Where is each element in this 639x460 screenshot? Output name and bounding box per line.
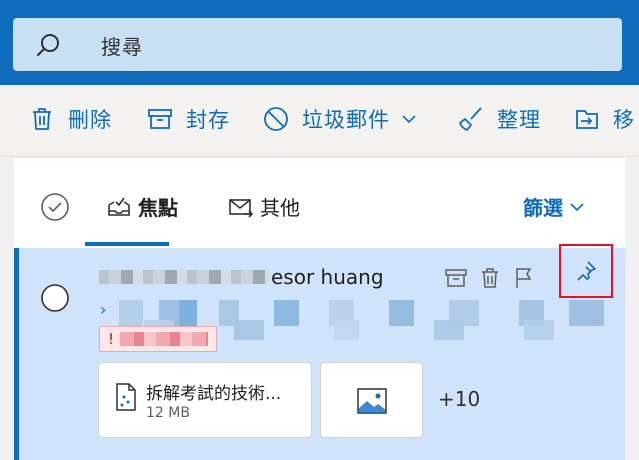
inbox-pivot: 焦點 其他 篩選 [14, 158, 625, 248]
delete-button[interactable]: 刪除 [28, 103, 112, 135]
junk-button[interactable]: 垃圾郵件 [262, 103, 418, 135]
move-to-folder-icon [576, 110, 598, 129]
search-box[interactable]: 搜尋 [13, 18, 622, 71]
tab-focused-label: 焦點 [138, 195, 178, 220]
chevron-down-icon[interactable] [400, 110, 418, 128]
broom-icon [459, 107, 482, 131]
command-bar: 刪除 封存 垃圾郵件 整理 移 [0, 85, 639, 157]
move-button[interactable]: 移 [573, 103, 635, 135]
search-placeholder: 搜尋 [101, 35, 143, 59]
image-icon [357, 388, 387, 414]
redacted-sender-mosaic [99, 270, 269, 284]
trash-icon [33, 108, 51, 130]
filter-button[interactable]: 篩選 [523, 192, 585, 221]
row-quick-actions [444, 266, 536, 290]
archive-button[interactable]: 封存 [146, 103, 230, 135]
search-header: 搜尋 [0, 0, 639, 85]
chevron-right-icon: › [100, 300, 107, 319]
chevron-down-icon [570, 202, 584, 211]
mail-arrow-icon [229, 199, 254, 218]
delete-label: 刪除 [68, 108, 112, 132]
redacted-badge-mosaic [120, 332, 209, 346]
select-all-checkbox[interactable] [40, 192, 70, 222]
file-icon [116, 383, 136, 411]
trash-icon[interactable] [478, 266, 502, 290]
pin-button-highlight[interactable] [559, 244, 613, 298]
archive-icon[interactable] [444, 266, 468, 290]
tab-focused[interactable]: 焦點 [106, 190, 178, 222]
block-icon [264, 107, 288, 131]
importance-badge: ! [99, 326, 217, 352]
flag-icon[interactable] [512, 266, 536, 290]
message-item-selected[interactable]: esor huang › ! 拆解考試的技術... 12 MB +10 [14, 244, 625, 460]
attachment-file[interactable]: 拆解考試的技術... 12 MB [98, 362, 312, 438]
sender-line: esor huang [99, 262, 384, 292]
attachment-image[interactable] [320, 362, 423, 438]
sweep-label: 整理 [497, 108, 541, 132]
selection-accent [14, 248, 19, 460]
more-attachments-count[interactable]: +10 [438, 387, 480, 411]
sender-name: esor huang [271, 265, 384, 289]
tab-other[interactable]: 其他 [228, 190, 300, 222]
sweep-button[interactable]: 整理 [457, 103, 541, 135]
archive-icon [148, 109, 172, 129]
attachment-size: 12 MB [146, 405, 190, 421]
archive-label: 封存 [186, 108, 230, 132]
attachment-name: 拆解考試的技術... [146, 384, 282, 404]
tab-other-label: 其他 [260, 195, 300, 220]
importance-mark: ! [108, 330, 115, 348]
junk-label: 垃圾郵件 [302, 108, 390, 132]
message-select-checkbox[interactable] [40, 283, 70, 313]
search-icon [37, 34, 59, 56]
active-tab-indicator [85, 242, 169, 246]
list-scrollbar[interactable] [627, 158, 639, 460]
move-label: 移 [613, 108, 635, 132]
inbox-tray-icon [108, 197, 130, 216]
pin-icon [577, 261, 596, 281]
filter-label: 篩選 [523, 196, 563, 220]
